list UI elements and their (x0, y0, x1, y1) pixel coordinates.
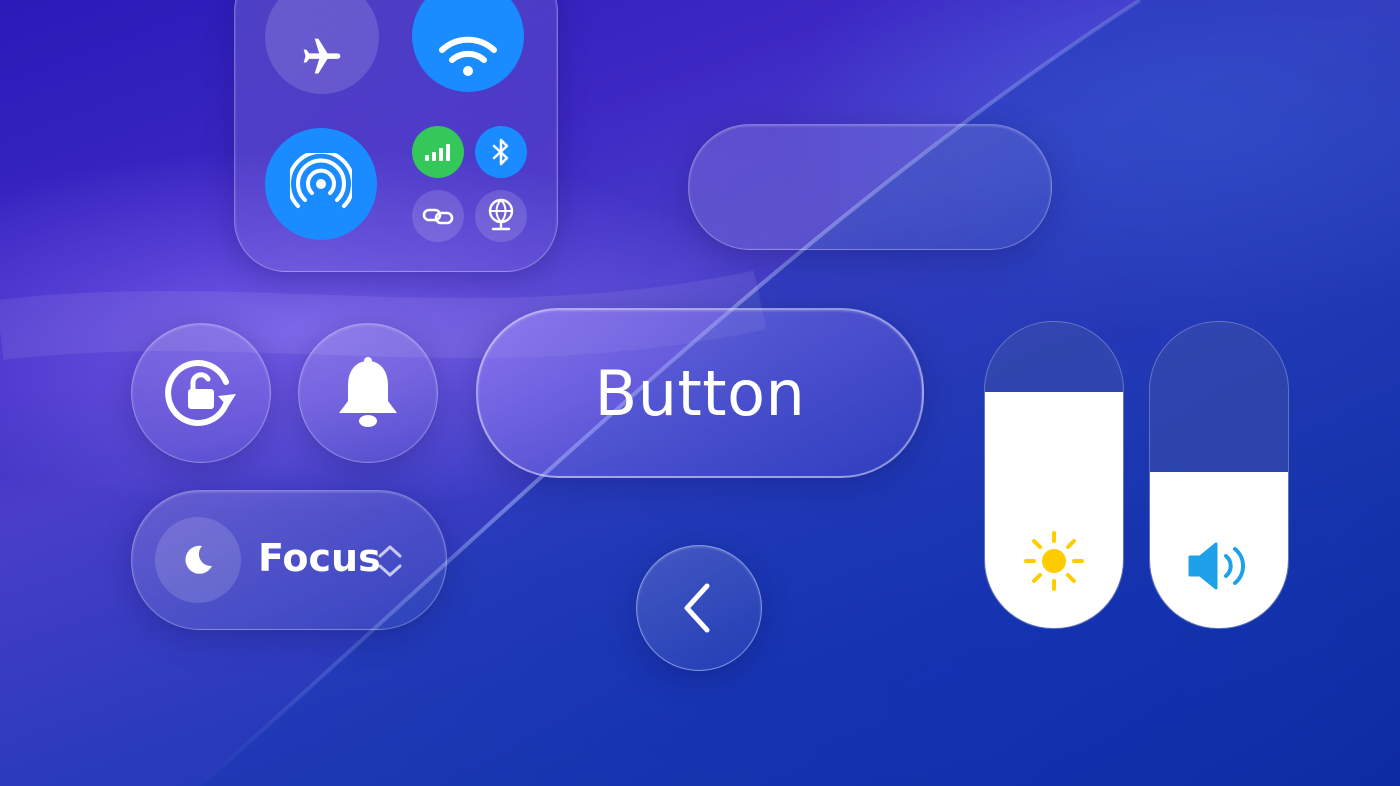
airdrop-button[interactable] (265, 128, 377, 240)
brightness-slider-fill (985, 392, 1123, 628)
empty-glass-pill[interactable] (688, 124, 1052, 250)
wifi-icon (439, 36, 497, 76)
airplane-icon (303, 38, 341, 74)
personal-hotspot-button[interactable] (412, 190, 464, 242)
primary-button-label: Button (594, 356, 806, 430)
link-icon (422, 208, 454, 225)
rotation-lock-icon (165, 360, 236, 426)
moon-icon (185, 545, 212, 574)
chevron-left-icon (684, 583, 710, 633)
sun-icon (1024, 531, 1084, 591)
airdrop-icon (290, 153, 352, 208)
chevron-up-down-icon (378, 545, 402, 577)
background: Button Focus (0, 0, 1400, 786)
rotation-lock-button[interactable] (131, 323, 271, 463)
cellular-icon (425, 144, 450, 161)
primary-button[interactable]: Button (476, 308, 924, 478)
bluetooth-icon (492, 138, 509, 166)
back-button[interactable] (636, 545, 762, 671)
speaker-icon (1188, 542, 1246, 590)
vpn-button[interactable] (475, 190, 527, 242)
volume-slider[interactable] (1149, 321, 1289, 629)
focus-label: Focus (258, 536, 381, 580)
bell-icon (339, 357, 397, 427)
silent-mode-button[interactable] (298, 323, 438, 463)
cellular-button[interactable] (412, 126, 464, 178)
brightness-slider[interactable] (984, 321, 1124, 629)
focus-moon-badge (155, 517, 241, 603)
globe-network-icon (488, 198, 514, 231)
bluetooth-button[interactable] (475, 126, 527, 178)
